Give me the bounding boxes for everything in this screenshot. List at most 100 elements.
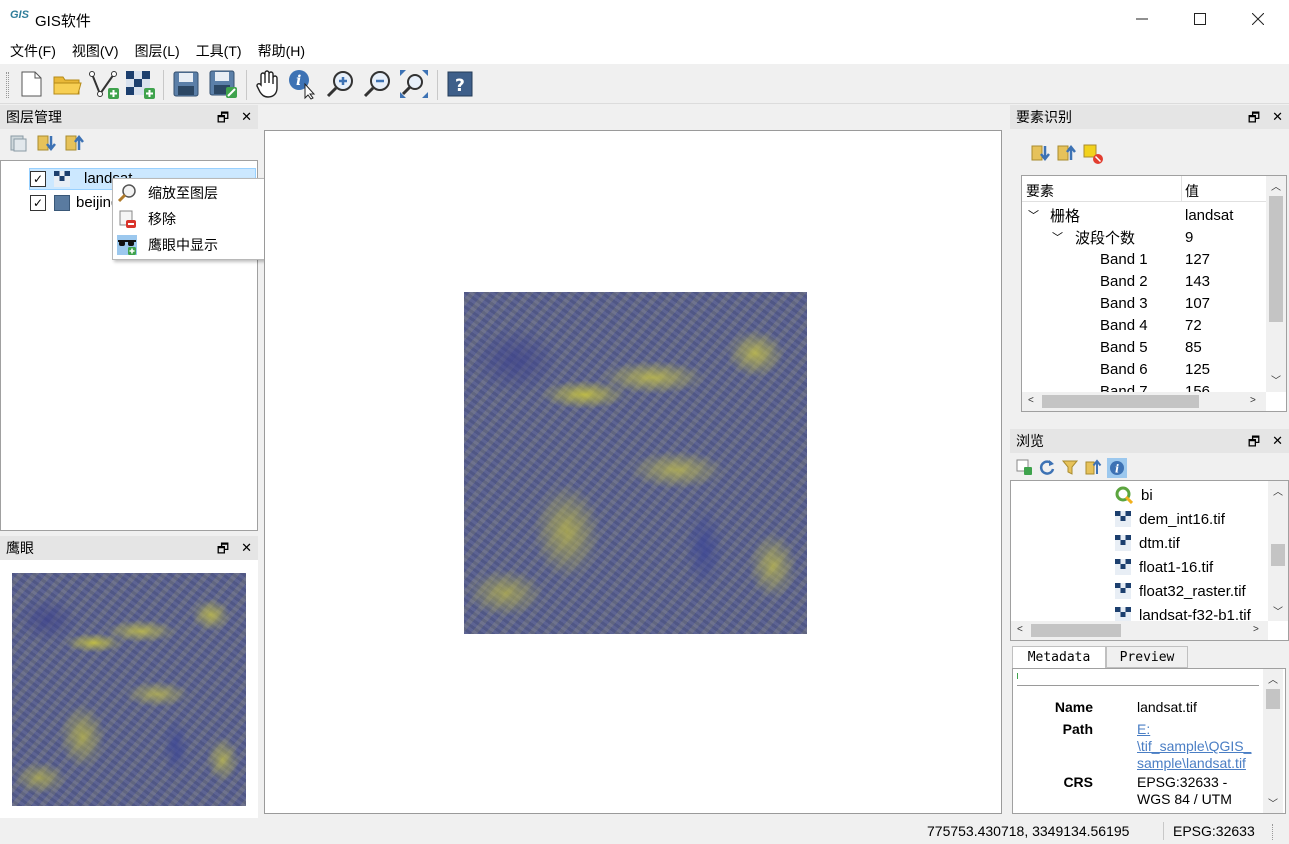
toolbar-grip[interactable] xyxy=(6,72,9,98)
scroll-thumb[interactable] xyxy=(1269,196,1283,322)
identify-row[interactable]: Band 3 107 xyxy=(1022,292,1254,314)
clear-results-icon[interactable] xyxy=(1082,143,1104,165)
ctx-show-in-overview[interactable]: 鹰眼中显示 xyxy=(113,232,266,258)
menu-view[interactable]: 视图(V) xyxy=(66,41,125,61)
scroll-thumb[interactable] xyxy=(1266,689,1280,709)
identify-row[interactable]: ﹀ 栅格 landsat xyxy=(1022,204,1254,226)
meta-path-link[interactable]: E: \tif_sample\QGIS_ sample\landsat.tif xyxy=(1137,721,1267,772)
browse-item[interactable]: float1-16.tif xyxy=(1115,555,1213,579)
close-panel-icon[interactable]: ✕ xyxy=(1272,433,1283,455)
browse-vscrollbar[interactable]: ︿ ﹀ xyxy=(1268,481,1288,621)
add-selected-icon[interactable] xyxy=(1015,458,1033,476)
maximize-button[interactable] xyxy=(1171,0,1229,38)
layer-checkbox[interactable]: ✓ xyxy=(30,194,46,211)
collapse-all-icon[interactable] xyxy=(1056,143,1076,163)
scroll-up-icon[interactable]: ︿ xyxy=(1268,671,1278,686)
browse-item[interactable]: float32_raster.tif xyxy=(1115,579,1246,603)
identify-button[interactable]: i xyxy=(287,68,319,100)
move-down-icon[interactable] xyxy=(36,133,56,153)
metadata-panel: Metadata Preview Name landsat.tif Path E… xyxy=(1010,646,1289,816)
refresh-icon[interactable] xyxy=(1038,458,1056,476)
browse-item[interactable]: dtm.tif xyxy=(1115,531,1180,555)
identify-row[interactable]: Band 6 125 xyxy=(1022,358,1254,380)
browse-tools: i xyxy=(1015,458,1127,478)
chevron-down-icon[interactable]: ﹀ xyxy=(1028,207,1039,223)
qgis-icon xyxy=(1115,486,1133,504)
identify-vscrollbar[interactable]: ︿ ﹀ xyxy=(1266,176,1286,392)
browse-item[interactable]: landsat-f32-b1.tif xyxy=(1115,603,1251,621)
identify-row[interactable]: Band 5 85 xyxy=(1022,336,1254,358)
identify-hscrollbar[interactable]: < > xyxy=(1022,392,1266,411)
overview-canvas[interactable] xyxy=(0,560,258,818)
close-panel-icon[interactable]: ✕ xyxy=(241,109,252,131)
zoom-in-button[interactable] xyxy=(324,68,356,100)
new-project-button[interactable] xyxy=(15,68,47,100)
scroll-thumb[interactable] xyxy=(1042,395,1199,408)
menu-file[interactable]: 文件(F) xyxy=(4,41,62,61)
scroll-thumb[interactable] xyxy=(1031,624,1121,637)
scroll-down-icon[interactable]: ﹀ xyxy=(1268,795,1278,810)
toolbar: i ? xyxy=(0,64,1289,104)
chevron-down-icon[interactable]: ﹀ xyxy=(1052,229,1063,245)
save-button[interactable] xyxy=(170,68,202,100)
identify-row[interactable]: Band 4 72 xyxy=(1022,314,1254,336)
save-as-icon xyxy=(209,70,237,98)
scroll-right-icon[interactable]: > xyxy=(1253,624,1259,635)
add-vector-layer-button[interactable] xyxy=(88,68,120,100)
float-icon[interactable]: 🗗 xyxy=(1248,433,1260,455)
scroll-up-icon[interactable]: ︿ xyxy=(1271,178,1281,193)
identify-row[interactable]: Band 7 156 xyxy=(1022,380,1254,393)
properties-icon[interactable]: i xyxy=(1107,458,1127,478)
scroll-left-icon[interactable]: < xyxy=(1028,395,1034,406)
tab-preview[interactable]: Preview xyxy=(1106,646,1188,668)
menu-help[interactable]: 帮助(H) xyxy=(252,41,311,61)
resize-grip-icon[interactable] xyxy=(1272,824,1284,840)
help-button[interactable]: ? xyxy=(444,68,476,100)
header-feature[interactable]: 要素 xyxy=(1026,181,1054,201)
ctx-remove[interactable]: 移除 xyxy=(113,206,266,232)
menu-layer[interactable]: 图层(L) xyxy=(129,41,186,61)
zoom-out-button[interactable] xyxy=(361,68,393,100)
browse-hscrollbar[interactable]: < > xyxy=(1011,621,1268,640)
menu-tools[interactable]: 工具(T) xyxy=(190,41,248,61)
remove-layer-icon[interactable] xyxy=(8,133,28,153)
collapse-icon[interactable] xyxy=(1084,458,1102,476)
browse-item[interactable]: dem_int16.tif xyxy=(1115,507,1225,531)
scroll-up-icon[interactable]: ︿ xyxy=(1273,483,1283,498)
save-as-button[interactable] xyxy=(207,68,239,100)
browse-panel-controls: 🗗 ✕ xyxy=(1248,433,1283,455)
pan-button[interactable] xyxy=(251,68,283,100)
float-icon[interactable]: 🗗 xyxy=(217,540,229,562)
layer-checkbox[interactable]: ✓ xyxy=(30,170,46,187)
minimize-button[interactable] xyxy=(1113,0,1171,38)
filter-icon[interactable] xyxy=(1061,458,1079,476)
crs-indicator[interactable]: EPSG:32633 xyxy=(1173,823,1255,839)
identify-row[interactable]: ﹀ 波段个数 9 xyxy=(1022,226,1254,248)
close-panel-icon[interactable]: ✕ xyxy=(1272,109,1283,131)
header-value[interactable]: 值 xyxy=(1185,181,1199,201)
scroll-thumb[interactable] xyxy=(1271,544,1285,566)
header-divider[interactable] xyxy=(1181,176,1182,202)
float-icon[interactable]: 🗗 xyxy=(1248,109,1260,131)
layer-row-beijing[interactable]: ✓ beijing xyxy=(30,194,119,211)
close-button[interactable] xyxy=(1229,0,1287,38)
map-canvas[interactable] xyxy=(264,130,1002,814)
identify-row[interactable]: Band 2 143 xyxy=(1022,270,1254,292)
scroll-down-icon[interactable]: ﹀ xyxy=(1273,603,1283,618)
move-up-icon[interactable] xyxy=(64,133,84,153)
expand-all-icon[interactable] xyxy=(1030,143,1050,163)
scroll-right-icon[interactable]: > xyxy=(1250,395,1256,406)
scroll-down-icon[interactable]: ﹀ xyxy=(1271,372,1281,387)
metadata-marker xyxy=(1017,673,1018,679)
add-raster-layer-button[interactable] xyxy=(124,68,156,100)
scroll-left-icon[interactable]: < xyxy=(1017,624,1023,635)
tab-metadata[interactable]: Metadata xyxy=(1012,646,1106,668)
browse-item[interactable]: bi xyxy=(1115,483,1153,507)
metadata-vscrollbar[interactable]: ︿ ﹀ xyxy=(1263,669,1283,813)
ctx-zoom-to-layer[interactable]: 缩放至图层 xyxy=(113,180,266,206)
identify-row[interactable]: Band 1 127 xyxy=(1022,248,1254,270)
close-panel-icon[interactable]: ✕ xyxy=(241,540,252,562)
zoom-full-button[interactable] xyxy=(398,68,430,100)
open-folder-button[interactable] xyxy=(51,68,83,100)
float-icon[interactable]: 🗗 xyxy=(217,109,229,131)
